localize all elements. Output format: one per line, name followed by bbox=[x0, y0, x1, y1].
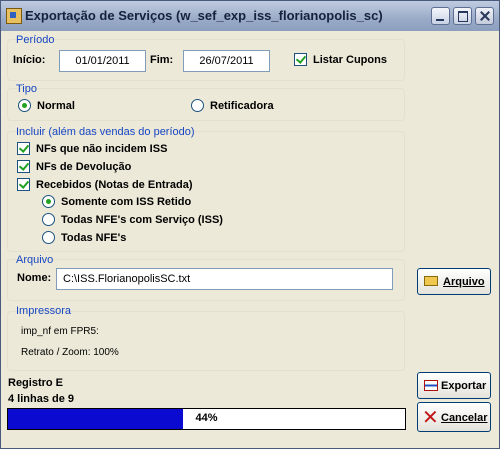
folder-open-icon bbox=[424, 276, 438, 286]
incluir-legend: Incluir (além das vendas do período) bbox=[16, 126, 195, 138]
export-progress-bar: 44% bbox=[7, 408, 406, 430]
impressora-legend: Impressora bbox=[16, 305, 72, 317]
cancelar-button[interactable]: ✕ Cancelar bbox=[417, 402, 491, 432]
tipo-normal-radio[interactable] bbox=[18, 99, 31, 112]
tipo-normal-label[interactable]: Normal bbox=[37, 100, 75, 112]
app-icon bbox=[6, 8, 22, 24]
exportar-button-label: Exportar bbox=[441, 380, 487, 392]
listar-cupons-checkbox[interactable] bbox=[294, 53, 307, 66]
fim-date-input[interactable]: 26/07/2011 bbox=[183, 50, 270, 72]
todas-nfe-label[interactable]: Todas NFE's bbox=[61, 232, 126, 244]
todas-nfe-servico-radio[interactable] bbox=[42, 213, 55, 226]
arquivo-button[interactable]: Arquivo bbox=[417, 268, 491, 295]
arquivo-legend: Arquivo bbox=[16, 254, 54, 266]
todas-nfe-servico-label[interactable]: Todas NFE's com Serviço (ISS) bbox=[61, 214, 223, 226]
nfs-devolucao-checkbox[interactable] bbox=[17, 160, 30, 173]
nome-label: Nome: bbox=[17, 272, 52, 284]
export-icon bbox=[424, 380, 438, 391]
linhas-status: 4 linhas de 9 bbox=[8, 393, 75, 405]
impressora-group bbox=[7, 311, 405, 371]
cancel-x-icon: ✕ bbox=[422, 405, 439, 429]
nfs-devolucao-label[interactable]: NFs de Devolução bbox=[36, 161, 131, 173]
window-title: Exportação de Serviços (w_sef_exp_iss_fl… bbox=[25, 8, 383, 23]
tipo-retificadora-label[interactable]: Retificadora bbox=[210, 100, 274, 112]
registro-status: Registro E bbox=[8, 377, 64, 389]
recebidos-label[interactable]: Recebidos (Notas de Entrada) bbox=[36, 179, 192, 191]
exportar-button[interactable]: Exportar bbox=[417, 372, 491, 399]
recebidos-checkbox[interactable] bbox=[17, 178, 30, 191]
close-button[interactable] bbox=[475, 7, 494, 25]
cancelar-button-label: Cancelar bbox=[441, 412, 488, 424]
inicio-label: Início: bbox=[13, 54, 46, 66]
nfs-nao-incidem-checkbox[interactable] bbox=[17, 142, 30, 155]
todas-nfe-radio[interactable] bbox=[42, 231, 55, 244]
minimize-button[interactable] bbox=[431, 7, 450, 25]
progress-percent-label: 44% bbox=[195, 412, 218, 424]
impressora-line-2: Retrato / Zoom: 100% bbox=[21, 347, 119, 358]
nfs-nao-incidem-label[interactable]: NFs que não incidem ISS bbox=[36, 143, 167, 155]
tipo-legend: Tipo bbox=[16, 83, 37, 95]
impressora-line-1: imp_nf em FPR5: bbox=[21, 326, 99, 337]
periodo-legend: Período bbox=[16, 34, 55, 46]
title-bar[interactable]: Exportação de Serviços (w_sef_exp_iss_fl… bbox=[1, 1, 499, 31]
listar-cupons-label[interactable]: Listar Cupons bbox=[313, 54, 387, 66]
somente-iss-retido-radio[interactable] bbox=[42, 195, 55, 208]
tipo-retificadora-radio[interactable] bbox=[191, 99, 204, 112]
inicio-date-input[interactable]: 01/01/2011 bbox=[59, 50, 146, 72]
export-window: Exportação de Serviços (w_sef_exp_iss_fl… bbox=[0, 0, 500, 449]
arquivo-button-label: Arquivo bbox=[443, 276, 485, 288]
maximize-button[interactable] bbox=[453, 7, 472, 25]
somente-iss-retido-label[interactable]: Somente com ISS Retido bbox=[61, 196, 191, 208]
arquivo-nome-input[interactable]: C:\ISS.FlorianopolisSC.txt bbox=[56, 268, 393, 290]
fim-label: Fim: bbox=[150, 54, 174, 66]
